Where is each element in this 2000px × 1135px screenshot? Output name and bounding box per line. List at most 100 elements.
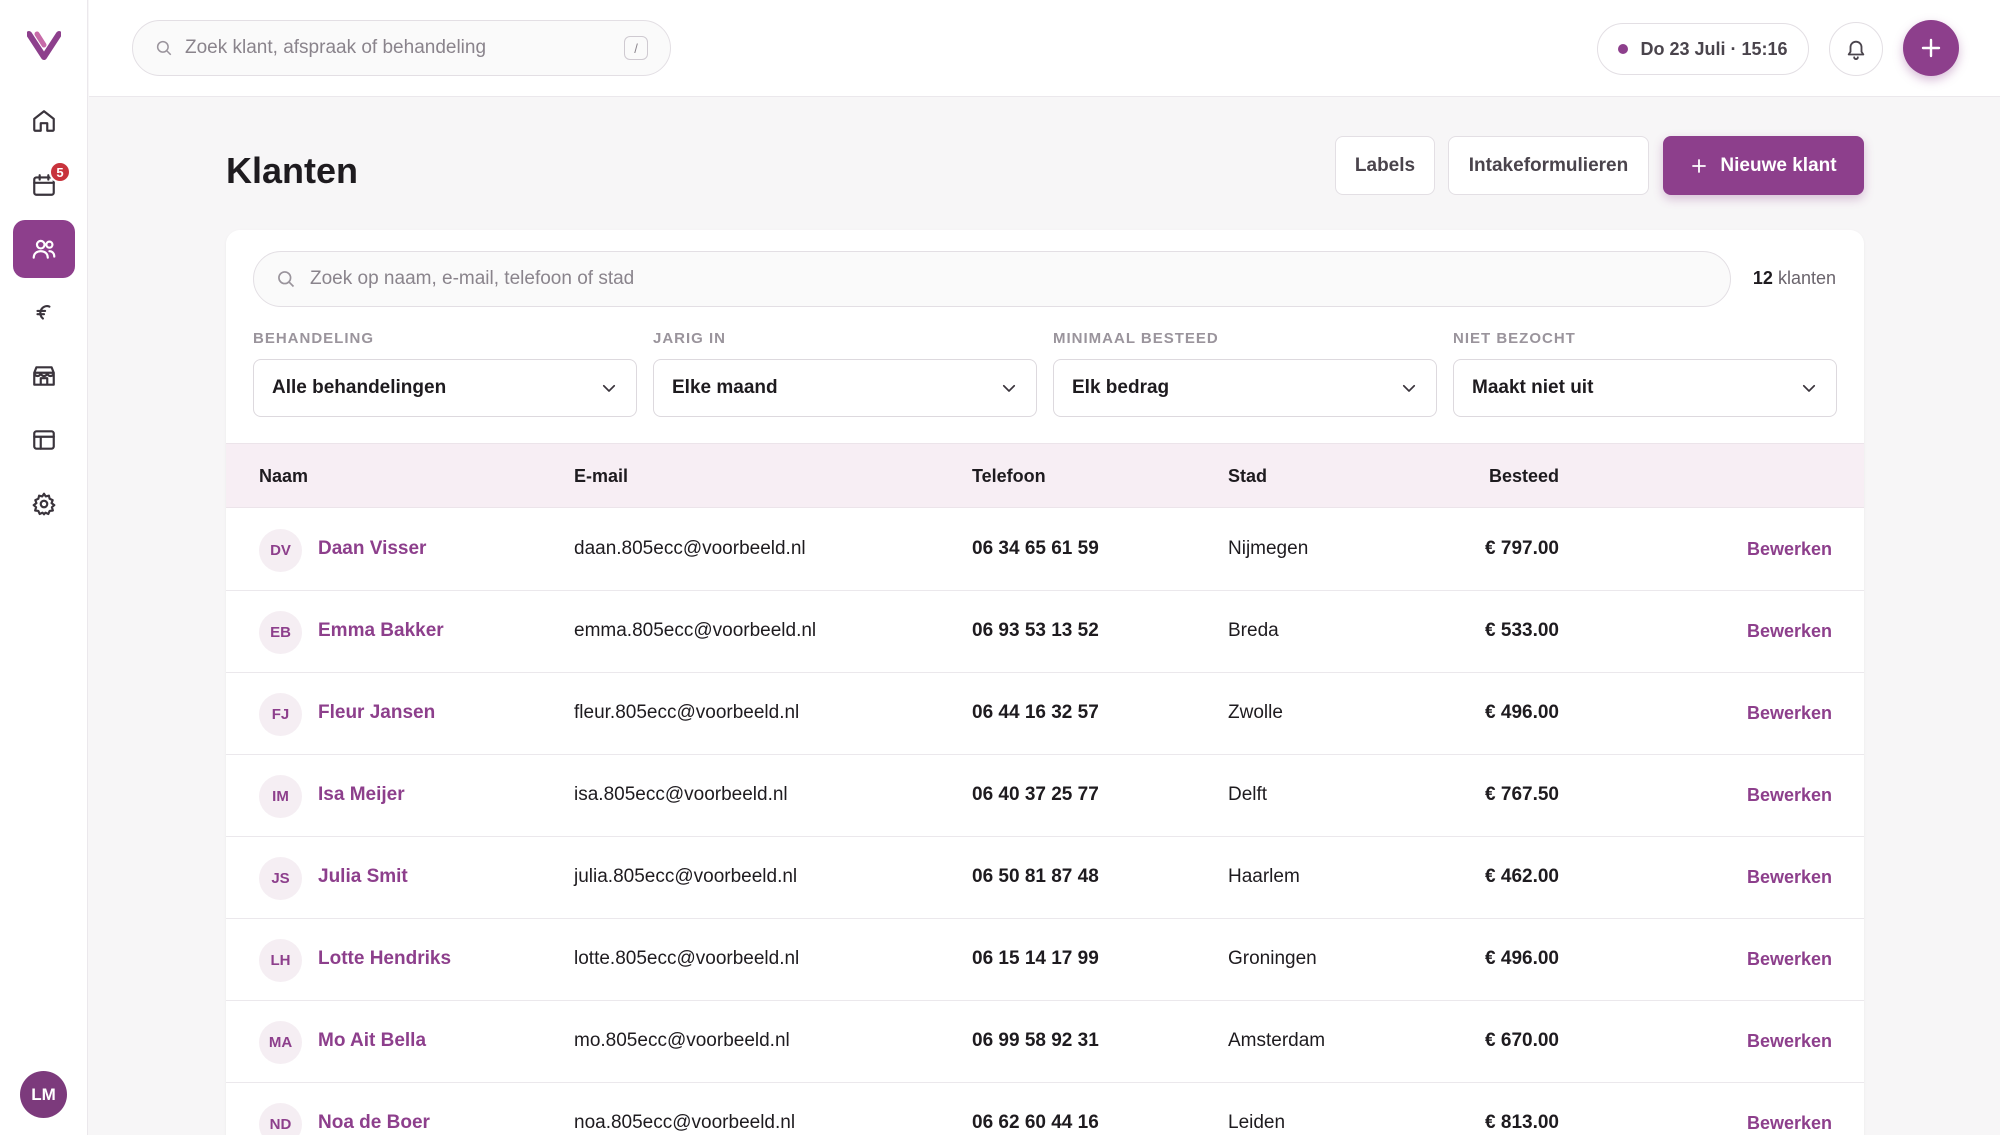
client-city: Haarlem bbox=[1228, 866, 1300, 887]
filter-min-spent: MINIMAAL BESTEED Elk bedrag bbox=[1053, 330, 1437, 417]
client-city: Leiden bbox=[1228, 1112, 1286, 1133]
table-row[interactable]: JS Julia Smit julia.805ecc@voorbeeld.nl … bbox=[226, 837, 1864, 919]
home-icon bbox=[33, 110, 55, 132]
chevron-down-icon bbox=[1402, 384, 1416, 392]
client-name-link[interactable]: Daan Visser bbox=[318, 538, 426, 560]
client-spent: € 767.50 bbox=[1485, 784, 1559, 805]
plus-icon bbox=[1692, 158, 1707, 173]
filter-value: Elke maand bbox=[672, 377, 778, 398]
nav-finance[interactable] bbox=[13, 283, 75, 341]
column-header-city[interactable]: Stad bbox=[1228, 466, 1267, 487]
table-row[interactable]: MA Mo Ait Bella mo.805ecc@voorbeeld.nl 0… bbox=[226, 1001, 1864, 1083]
client-count-value: 12 bbox=[1752, 268, 1773, 288]
datetime-text: Do 23 Juli · 15:16 bbox=[1640, 38, 1788, 59]
filter-label: MINIMAAL BESTEED bbox=[1053, 330, 1219, 347]
filter-value: Maakt niet uit bbox=[1472, 377, 1594, 398]
client-name-link[interactable]: Isa Meijer bbox=[318, 784, 405, 806]
client-email: noa.805ecc@voorbeeld.nl bbox=[574, 1112, 796, 1133]
client-phone: 06 93 53 13 52 bbox=[972, 620, 1099, 641]
chevron-down-icon bbox=[1802, 384, 1816, 392]
column-header-spent[interactable]: Besteed bbox=[1426, 466, 1559, 487]
filter-birthday: JARIG IN Elke maand bbox=[653, 330, 1037, 417]
notifications-button[interactable] bbox=[1829, 22, 1883, 76]
clients-card: Zoek op naam, e-mail, telefoon of stad 1… bbox=[226, 230, 1864, 1135]
column-header-email[interactable]: E-mail bbox=[574, 466, 628, 487]
table-row[interactable]: DV Daan Visser daan.805ecc@voorbeeld.nl … bbox=[226, 509, 1864, 591]
client-email: daan.805ecc@voorbeeld.nl bbox=[574, 538, 806, 559]
edit-link[interactable]: Bewerken bbox=[1746, 785, 1832, 806]
client-count: 12 klanten bbox=[1753, 268, 1836, 289]
search-icon bbox=[156, 40, 172, 56]
client-spent: € 496.00 bbox=[1485, 702, 1559, 723]
client-avatar: DV bbox=[259, 529, 302, 572]
client-phone: 06 34 65 61 59 bbox=[972, 538, 1099, 559]
client-spent: € 797.00 bbox=[1485, 538, 1559, 559]
birthday-select[interactable]: Elke maand bbox=[653, 359, 1037, 417]
new-client-label: Nieuwe klant bbox=[1720, 154, 1837, 176]
nav-home[interactable] bbox=[13, 92, 75, 150]
edit-link[interactable]: Bewerken bbox=[1746, 949, 1832, 970]
min-spent-select[interactable]: Elk bedrag bbox=[1053, 359, 1437, 417]
client-spent: € 670.00 bbox=[1485, 1030, 1559, 1051]
column-header-phone[interactable]: Telefoon bbox=[972, 466, 1046, 487]
client-city: Groningen bbox=[1228, 948, 1317, 969]
top-bar: Zoek klant, afspraak of behandeling / Do… bbox=[89, 0, 2000, 97]
client-avatar: JS bbox=[259, 857, 302, 900]
sidebar: 5 LM bbox=[0, 0, 88, 1135]
nav-clients[interactable] bbox=[13, 220, 75, 278]
edit-link[interactable]: Bewerken bbox=[1746, 539, 1832, 560]
brand-logo-icon[interactable] bbox=[27, 30, 61, 60]
client-name-link[interactable]: Fleur Jansen bbox=[318, 702, 435, 724]
calendar-badge: 5 bbox=[49, 161, 71, 183]
euro-icon bbox=[36, 305, 51, 320]
client-spent: € 813.00 bbox=[1485, 1112, 1559, 1133]
gear-icon bbox=[32, 492, 56, 516]
new-client-button[interactable]: Nieuwe klant bbox=[1663, 136, 1864, 195]
user-avatar[interactable]: LM bbox=[20, 1071, 67, 1118]
client-email: mo.805ecc@voorbeeld.nl bbox=[574, 1030, 790, 1051]
edit-link[interactable]: Bewerken bbox=[1746, 703, 1832, 724]
client-avatar: ND bbox=[259, 1103, 302, 1135]
table-row[interactable]: EB Emma Bakker emma.805ecc@voorbeeld.nl … bbox=[226, 591, 1864, 673]
edit-link[interactable]: Bewerken bbox=[1746, 1031, 1832, 1052]
client-email: julia.805ecc@voorbeeld.nl bbox=[574, 866, 798, 887]
page-title: Klanten bbox=[226, 150, 359, 191]
client-spent: € 533.00 bbox=[1485, 620, 1559, 641]
client-city: Amsterdam bbox=[1228, 1030, 1326, 1051]
client-name-link[interactable]: Julia Smit bbox=[318, 866, 408, 888]
datetime-pill[interactable]: Do 23 Juli · 15:16 bbox=[1597, 23, 1809, 75]
nav-calendar[interactable]: 5 bbox=[13, 156, 75, 214]
table-row[interactable]: LH Lotte Hendriks lotte.805ecc@voorbeeld… bbox=[226, 919, 1864, 1001]
client-name-link[interactable]: Mo Ait Bella bbox=[318, 1030, 426, 1052]
client-search-placeholder: Zoek op naam, e-mail, telefoon of stad bbox=[310, 268, 635, 289]
edit-link[interactable]: Bewerken bbox=[1746, 1113, 1832, 1134]
client-email: emma.805ecc@voorbeeld.nl bbox=[574, 620, 817, 641]
table-header: Naam E-mail Telefoon Stad Besteed bbox=[226, 443, 1864, 508]
table-row[interactable]: IM Isa Meijer isa.805ecc@voorbeeld.nl 06… bbox=[226, 755, 1864, 837]
intake-forms-button[interactable]: Intakeformulieren bbox=[1448, 136, 1649, 195]
plus-icon bbox=[1921, 38, 1941, 58]
client-city: Breda bbox=[1228, 620, 1279, 641]
treatment-select[interactable]: Alle behandelingen bbox=[253, 359, 637, 417]
search-shortcut-hint: / bbox=[624, 36, 648, 60]
client-name-link[interactable]: Noa de Boer bbox=[318, 1112, 430, 1134]
edit-link[interactable]: Bewerken bbox=[1746, 621, 1832, 642]
not-visited-select[interactable]: Maakt niet uit bbox=[1453, 359, 1837, 417]
table-row[interactable]: ND Noa de Boer noa.805ecc@voorbeeld.nl 0… bbox=[226, 1083, 1864, 1135]
client-spent: € 496.00 bbox=[1485, 948, 1559, 969]
client-search-input[interactable]: Zoek op naam, e-mail, telefoon of stad bbox=[253, 251, 1731, 307]
client-count-label: klanten bbox=[1777, 268, 1836, 288]
client-name-link[interactable]: Lotte Hendriks bbox=[318, 948, 451, 970]
chevron-down-icon bbox=[1002, 384, 1016, 392]
table-row[interactable]: FJ Fleur Jansen fleur.805ecc@voorbeeld.n… bbox=[226, 673, 1864, 755]
client-phone: 06 50 81 87 48 bbox=[972, 866, 1099, 887]
edit-link[interactable]: Bewerken bbox=[1746, 867, 1832, 888]
nav-settings[interactable] bbox=[13, 475, 75, 533]
quick-add-button[interactable] bbox=[1903, 20, 1959, 76]
labels-button[interactable]: Labels bbox=[1335, 136, 1435, 195]
global-search-input[interactable]: Zoek klant, afspraak of behandeling / bbox=[132, 20, 671, 76]
column-header-name[interactable]: Naam bbox=[259, 466, 308, 487]
nav-shop[interactable] bbox=[13, 347, 75, 405]
nav-layout[interactable] bbox=[13, 411, 75, 469]
client-name-link[interactable]: Emma Bakker bbox=[318, 620, 444, 642]
